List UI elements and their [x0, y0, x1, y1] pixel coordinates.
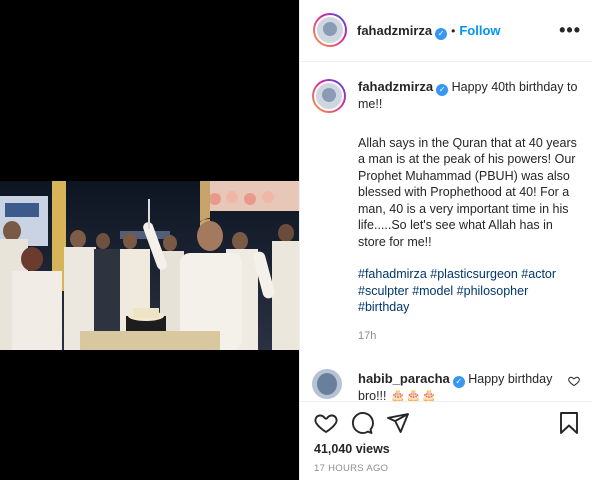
- comment-like-heart-icon[interactable]: [568, 375, 580, 387]
- follow-button[interactable]: Follow: [459, 23, 500, 38]
- commenter-avatar[interactable]: [312, 369, 342, 399]
- comments-section[interactable]: fahadzmirza ✓ Happy 40th birthday to me!!…: [300, 63, 592, 401]
- more-options-icon[interactable]: •••: [559, 20, 581, 41]
- video-player[interactable]: [0, 181, 299, 350]
- paper-plane-icon[interactable]: [386, 411, 410, 435]
- verified-badge-icon: ✓: [436, 84, 449, 96]
- caption-username[interactable]: fahadzmirza: [358, 79, 433, 94]
- avatar-story-ring[interactable]: [313, 13, 347, 47]
- caption-avatar[interactable]: [314, 81, 344, 111]
- caption-hashtags[interactable]: #fahadmirza #plasticsurgeon #actor #scul…: [358, 266, 580, 316]
- post-panel: fahadzmirza ✓ • Follow ••• fahadzmirza ✓ Hap…: [299, 0, 592, 480]
- heart-icon[interactable]: [314, 411, 338, 435]
- caption-avatar-ring[interactable]: [312, 79, 346, 113]
- caption-paragraph: Allah says in the Quran that at 40 years…: [358, 135, 581, 249]
- separator-dot: •: [451, 24, 456, 38]
- post-header: fahadzmirza ✓ • Follow •••: [300, 0, 592, 62]
- post-timestamp[interactable]: 17 HOURS AGO: [314, 463, 388, 474]
- commenter-username[interactable]: habib_paracha: [358, 371, 450, 386]
- verified-badge-icon: ✓: [452, 376, 465, 388]
- header-username[interactable]: fahadzmirza: [357, 23, 432, 38]
- caption-time: 17h: [358, 329, 377, 342]
- view-count[interactable]: 41,040 views: [314, 442, 390, 456]
- verified-badge-icon: ✓: [435, 28, 448, 40]
- comment-icon[interactable]: [350, 411, 374, 435]
- post-media[interactable]: [0, 0, 299, 480]
- caption-body: fahadzmirza ✓ Happy 40th birthday to me!!…: [358, 79, 580, 360]
- post-actions: 41,040 views 17 HOURS AGO: [300, 401, 592, 480]
- comment-body: habib_paracha ✓ Happy birthday bro!!! 🎂🎂🎂: [358, 371, 556, 401]
- header-user-line: fahadzmirza ✓ • Follow: [357, 22, 501, 40]
- video-frame-image: [0, 181, 299, 350]
- avatar[interactable]: [315, 15, 345, 45]
- bookmark-icon[interactable]: [557, 411, 581, 435]
